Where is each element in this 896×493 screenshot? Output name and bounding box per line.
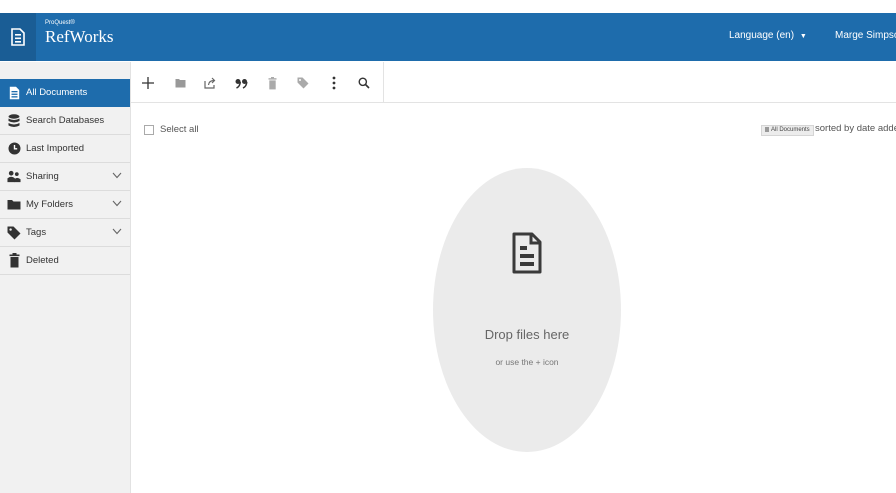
sidebar-item-label: All Documents — [26, 87, 88, 98]
sidebar-item-my-folders[interactable]: My Folders — [0, 191, 130, 219]
sidebar-item-label: Last Imported — [26, 143, 85, 154]
sort-selector[interactable]: sorted by date added — [815, 123, 896, 134]
clock-icon — [7, 141, 21, 157]
folder-button[interactable] — [171, 74, 189, 92]
location-badge-label: All Documents — [771, 127, 810, 133]
search-button[interactable] — [355, 74, 373, 92]
document-icon — [7, 85, 21, 101]
trash-icon — [7, 253, 21, 269]
brand: ProQuest® RefWorks — [45, 20, 114, 47]
select-all-label[interactable]: Select all — [160, 124, 199, 135]
sidebar-item-label: My Folders — [26, 199, 73, 210]
sidebar-item-tags[interactable]: Tags — [0, 219, 130, 247]
add-button[interactable] — [139, 74, 157, 92]
cite-button[interactable] — [232, 74, 250, 92]
sidebar-item-sharing[interactable]: Sharing — [0, 163, 130, 191]
user-menu[interactable]: Marge Simpson — [835, 30, 896, 41]
sidebar-item-all-documents[interactable]: All Documents — [0, 79, 130, 107]
chevron-down-icon[interactable] — [112, 171, 122, 182]
share-button[interactable] — [201, 74, 219, 92]
chevron-down-icon[interactable] — [112, 199, 122, 210]
sidebar-item-deleted[interactable]: Deleted — [0, 247, 130, 275]
delete-button[interactable] — [263, 74, 281, 92]
people-icon — [7, 169, 21, 185]
document-icon — [512, 232, 542, 274]
trash-icon — [268, 76, 276, 89]
drop-zone-hint: or use the + icon — [495, 357, 559, 367]
tag-icon — [297, 77, 309, 89]
document-icon — [765, 126, 769, 132]
database-icon — [7, 113, 21, 129]
caret-down-icon: ▼ — [799, 33, 807, 40]
drop-zone-title: Drop files here — [484, 327, 570, 342]
sidebar-item-last-imported[interactable]: Last Imported — [0, 135, 130, 163]
tag-icon — [7, 225, 21, 241]
sidebar-item-search-databases[interactable]: Search Databases — [0, 107, 130, 135]
search-icon — [358, 77, 370, 89]
sidebar: All Documents Search Databases Last Impo… — [0, 62, 131, 493]
toolbar — [131, 62, 896, 103]
more-button[interactable] — [325, 74, 343, 92]
list-header: Select all All Documents sorted by date … — [131, 103, 896, 153]
add-icon — [142, 77, 154, 89]
more-icon — [332, 76, 336, 90]
share-icon — [203, 77, 215, 89]
language-label: Language (en) — [729, 30, 795, 41]
document-icon — [11, 28, 25, 46]
select-all-checkbox[interactable] — [144, 125, 154, 135]
sidebar-item-label: Sharing — [26, 171, 59, 182]
chevron-down-icon[interactable] — [112, 227, 122, 238]
folder-icon — [7, 197, 21, 213]
brand-vendor: ProQuest® — [45, 20, 75, 26]
tag-button[interactable] — [294, 74, 312, 92]
sidebar-item-label: Deleted — [26, 255, 59, 266]
toolbar-divider — [383, 62, 384, 103]
folder-icon — [175, 79, 185, 88]
top-bar: ProQuest® RefWorks Language (en) ▼ Marge… — [0, 0, 896, 62]
app-logo[interactable] — [0, 13, 36, 61]
sidebar-item-label: Tags — [26, 227, 47, 238]
drop-zone[interactable]: Drop files here or use the + icon — [433, 168, 621, 452]
brand-name: RefWorks — [45, 27, 114, 46]
language-selector[interactable]: Language (en) ▼ — [729, 30, 807, 41]
quote-icon — [235, 78, 248, 89]
sidebar-item-label: Search Databases — [26, 115, 105, 126]
location-badge: All Documents — [761, 125, 814, 136]
